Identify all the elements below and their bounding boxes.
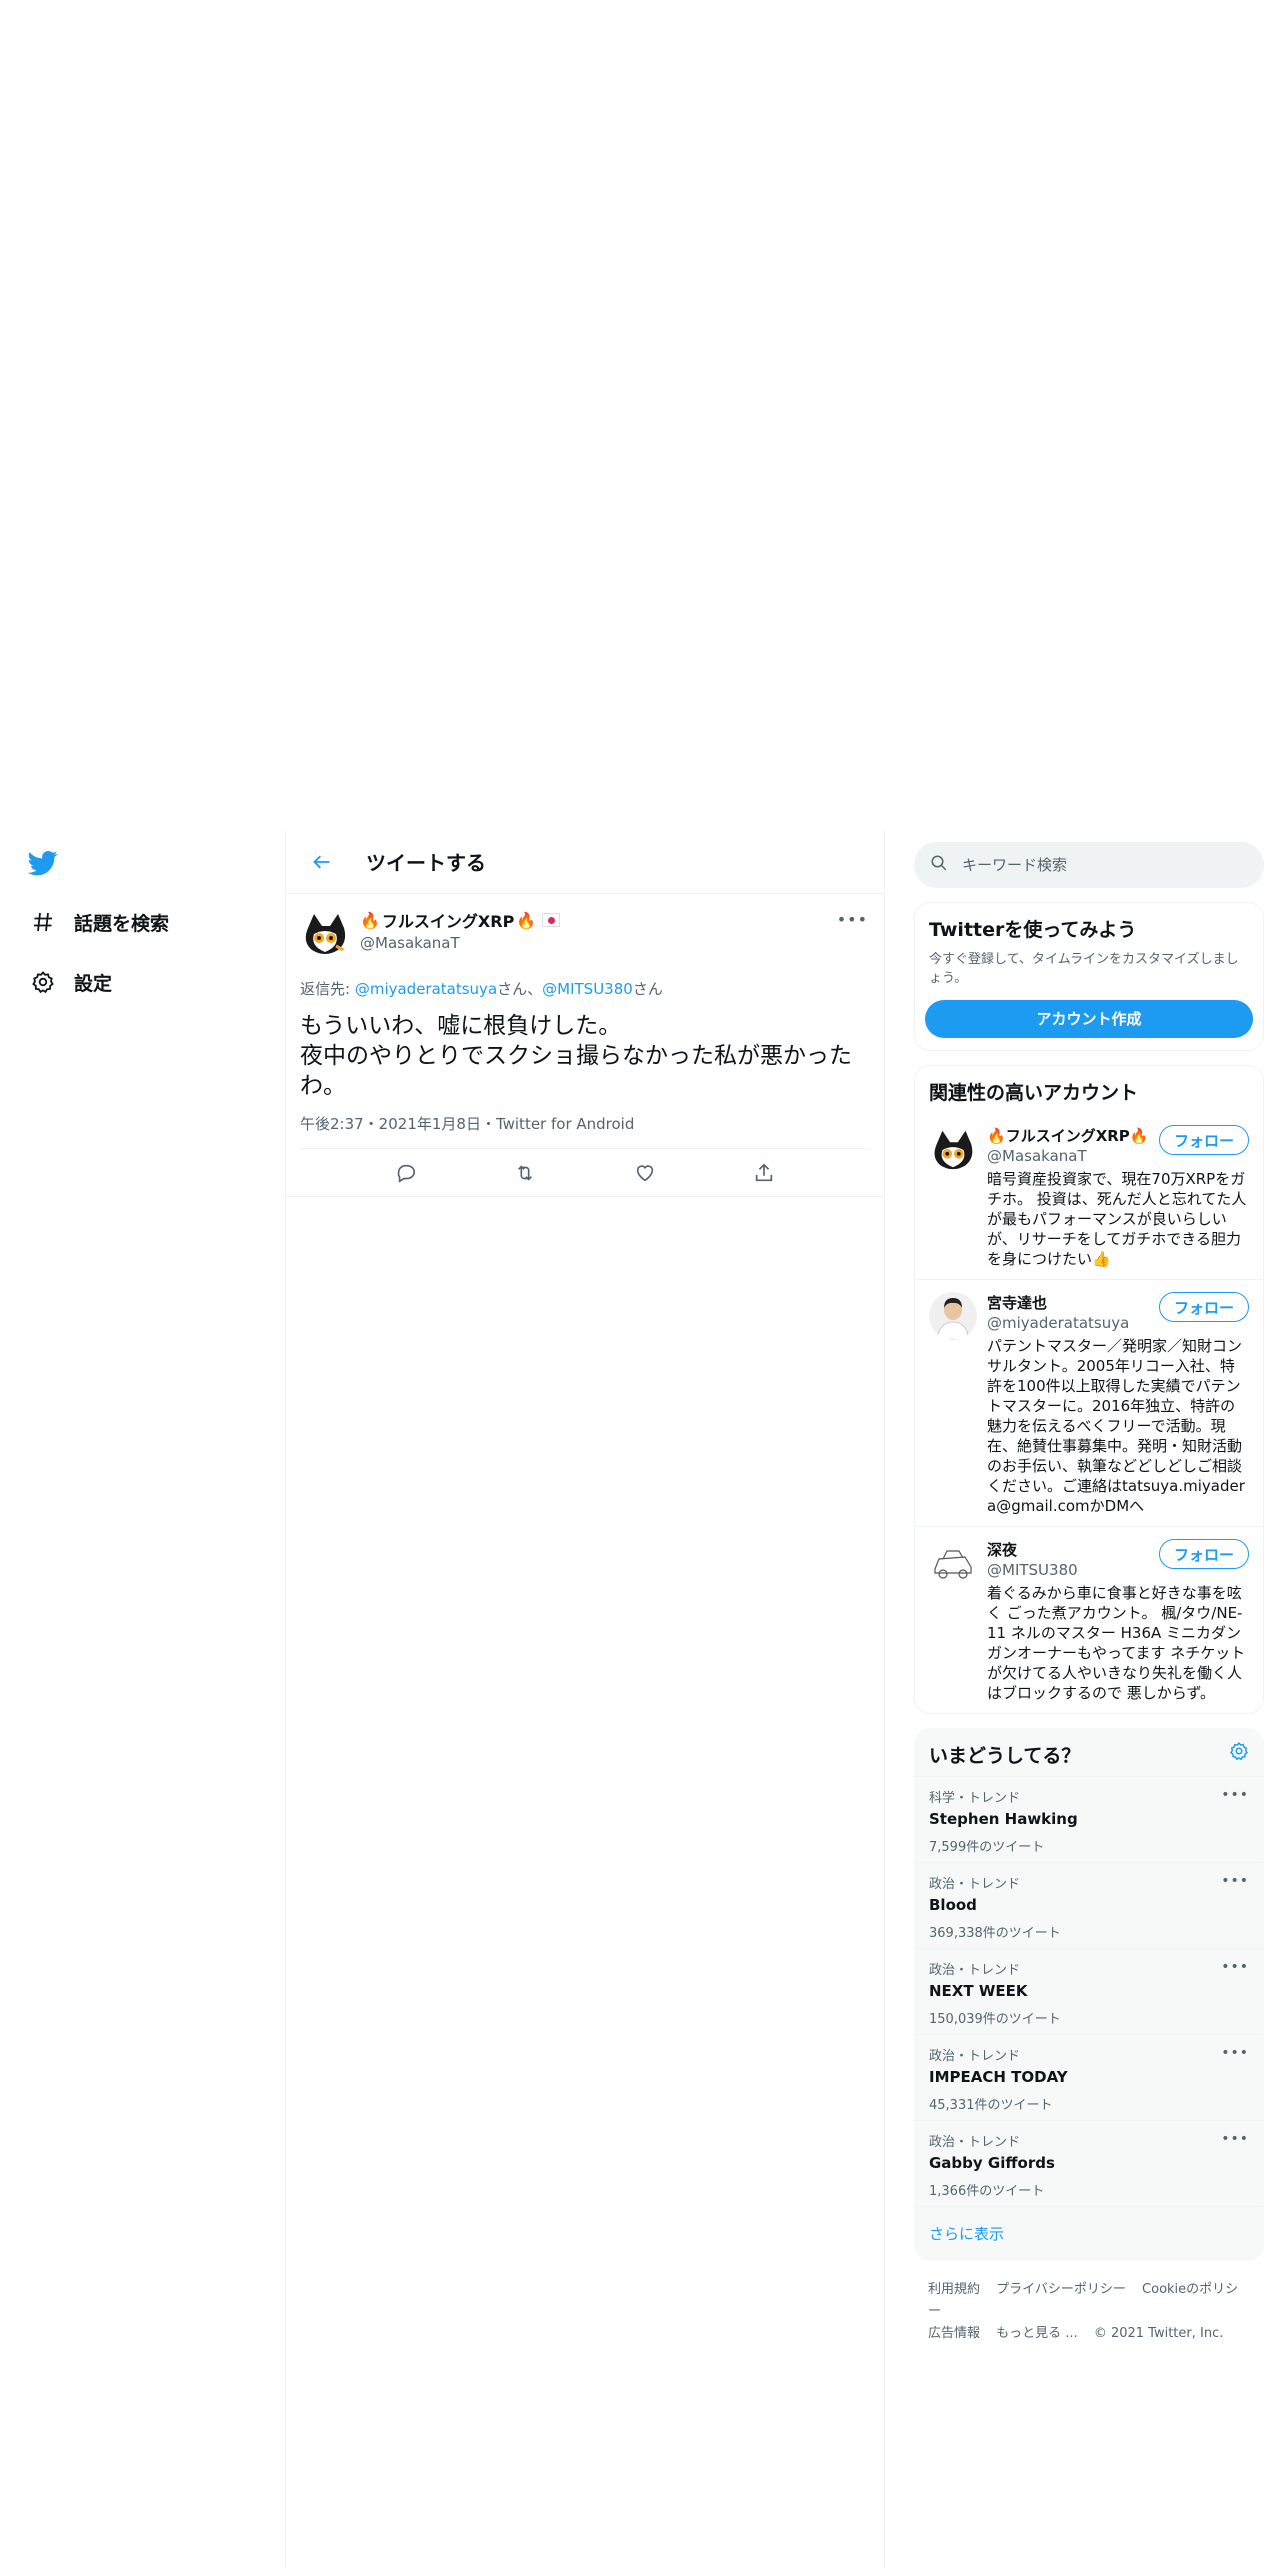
more-options-icon[interactable]: •••	[837, 910, 868, 929]
related-accounts-card: 関連性の高いアカウント 🔥フルスイングXRP🔥 @MasakanaT 暗号資産投…	[914, 1065, 1264, 1714]
account-avatar[interactable]	[929, 1292, 977, 1340]
reply-to-suffix: さん	[632, 980, 663, 998]
reply-to-line: 返信先: @miyaderatatsuyaさん、@MITSU380さん	[300, 978, 870, 999]
trend-item[interactable]: 科学・トレンド Stephen Hawking 7,599件のツイート •••	[915, 1776, 1263, 1862]
trend-name: Stephen Hawking	[929, 1810, 1078, 1828]
reply-to-prefix: 返信先:	[300, 980, 355, 998]
tweet-text: もういいわ、嘘に根負けした。 夜中のやりとりでスクショ撮らなかった私が悪かったわ…	[300, 1013, 852, 1099]
footer-more-link[interactable]: もっと見る ...	[996, 2326, 1078, 2341]
follow-button[interactable]: フォロー	[1158, 1539, 1249, 1569]
main-column: ツイートする 🔥 フルスイングXRP 🔥 @MasakanaT ••• 返信先:…	[285, 830, 885, 2568]
footer-links: 利用規約 プライバシーポリシー Cookieのポリシー 広告情報 もっと見る .…	[914, 2261, 1264, 2363]
trend-category: 政治・トレンド	[929, 1963, 1021, 1978]
tweet-author-avatar[interactable]	[300, 908, 350, 958]
trend-name: Gabby Giffords	[929, 2154, 1055, 2172]
nav-explore-label: 話題を検索	[74, 912, 170, 935]
share-icon[interactable]	[746, 1155, 782, 1191]
account-bio: 着ぐるみから車に食事と好きな事を呟く ごった煮アカウント。 楓/タウ/NE-11…	[987, 1584, 1246, 1702]
footer-ads-link[interactable]: 広告情報	[928, 2326, 980, 2341]
account-name-text: フルスイングXRP	[1005, 1127, 1130, 1145]
signup-title: Twitterを使ってみよう	[929, 919, 1137, 941]
account-bio: 暗号資産投資家で、現在70万XRPをガチホ。 投資は、死んだ人と忘れてた人が最も…	[987, 1170, 1247, 1268]
search-input[interactable]	[962, 856, 1222, 874]
fire-icon: 🔥	[516, 910, 537, 930]
back-arrow-icon[interactable]	[304, 844, 340, 880]
nav-settings[interactable]: 設定	[28, 962, 112, 1002]
trend-item[interactable]: 政治・トレンド IMPEACH TODAY 45,331件のツイート •••	[915, 2034, 1263, 2120]
trend-tweet-count: 45,331件のツイート	[929, 2098, 1053, 2113]
signup-subtitle: 今すぐ登録して、タイムラインをカスタマイズしましょう。	[929, 952, 1239, 986]
related-account-item[interactable]: 深夜 @MITSU380 着ぐるみから車に食事と好きな事を呟く ごった煮アカウン…	[915, 1526, 1263, 1713]
more-options-icon[interactable]: •••	[1221, 1873, 1249, 1889]
reply-to-suffix: さん、	[497, 980, 543, 998]
account-bio: パテントマスター／発明家／知財コンサルタント。2005年リコー入社、特許を100…	[987, 1337, 1245, 1515]
nav-settings-label: 設定	[74, 972, 113, 995]
trend-item[interactable]: 政治・トレンド Gabby Giffords 1,366件のツイート •••	[915, 2120, 1263, 2206]
footer-privacy-link[interactable]: プライバシーポリシー	[996, 2282, 1126, 2297]
more-options-icon[interactable]: •••	[1221, 1959, 1249, 1975]
tweet-timestamp[interactable]: 午後2:37・2021年1月8日・Twitter for Android	[300, 1113, 870, 1149]
create-account-button[interactable]: アカウント作成	[925, 1000, 1253, 1038]
trend-name: Blood	[929, 1896, 977, 1914]
nav-explore[interactable]: 話題を検索	[28, 902, 169, 942]
trends-title: いまどうしてる？	[929, 1745, 1081, 1767]
trend-tweet-count: 369,338件のツイート	[929, 1926, 1061, 1941]
reply-to-link[interactable]: @MITSU380	[542, 980, 633, 998]
page-title: ツイートする	[366, 851, 486, 875]
trend-category: 政治・トレンド	[929, 2049, 1021, 2064]
retweet-icon[interactable]	[507, 1155, 543, 1191]
japan-flag-icon	[542, 913, 561, 927]
footer-terms-link[interactable]: 利用規約	[928, 2282, 980, 2297]
hashtag-icon	[28, 907, 58, 937]
trend-category: 科学・トレンド	[929, 1791, 1021, 1806]
twitter-logo-icon[interactable]	[27, 848, 62, 882]
right-sidebar: Twitterを使ってみよう 今すぐ登録して、タイムラインをカスタマイズしましょ…	[914, 842, 1264, 2363]
tweet-author-name-text: フルスイングXRP	[381, 912, 515, 931]
search-bar[interactable]	[914, 842, 1264, 888]
account-avatar[interactable]	[929, 1125, 977, 1173]
footer-copyright: © 2021 Twitter, Inc.	[1093, 2326, 1224, 2341]
gear-icon	[28, 967, 58, 997]
tweet-detail: 🔥 フルスイングXRP 🔥 @MasakanaT ••• 返信先: @miyad…	[286, 894, 884, 1197]
trend-tweet-count: 150,039件のツイート	[929, 2012, 1061, 2027]
account-avatar[interactable]	[929, 1539, 977, 1587]
more-options-icon[interactable]: •••	[1221, 2045, 1249, 2061]
follow-button[interactable]: フォロー	[1158, 1125, 1249, 1155]
show-more-link[interactable]: さらに表示	[915, 2206, 1263, 2260]
reply-to-link[interactable]: @miyaderatatsuya	[355, 980, 497, 998]
tweet-actions	[286, 1149, 884, 1197]
trend-name: IMPEACH TODAY	[929, 2068, 1068, 2086]
tweet-author-handle[interactable]: @MasakanaT	[360, 934, 870, 952]
related-accounts-title: 関連性の高いアカウント	[929, 1082, 1139, 1104]
tweet-author-name[interactable]: 🔥 フルスイングXRP 🔥	[360, 908, 870, 932]
like-heart-icon[interactable]	[627, 1155, 663, 1191]
reply-icon[interactable]	[388, 1155, 424, 1191]
fire-icon: 🔥	[987, 1127, 1006, 1145]
trend-tweet-count: 1,366件のツイート	[929, 2184, 1045, 2199]
trend-item[interactable]: 政治・トレンド Blood 369,338件のツイート •••	[915, 1862, 1263, 1948]
fire-icon: 🔥	[1129, 1127, 1149, 1145]
trend-item[interactable]: 政治・トレンド NEXT WEEK 150,039件のツイート •••	[915, 1948, 1263, 2034]
more-options-icon[interactable]: •••	[1221, 1787, 1249, 1803]
page-header: ツイートする	[286, 830, 884, 894]
more-options-icon[interactable]: •••	[1221, 2131, 1249, 2147]
search-icon	[930, 854, 948, 876]
related-account-item[interactable]: 宮寺達也 @miyaderatatsuya パテントマスター／発明家／知財コンサ…	[915, 1279, 1263, 1526]
trends-card: いまどうしてる？ 科学・トレンド Stephen Hawking 7,599件の…	[914, 1728, 1264, 2261]
settings-gear-icon[interactable]	[1229, 1741, 1249, 1765]
fire-icon: 🔥	[360, 910, 380, 930]
trend-name: NEXT WEEK	[929, 1982, 1028, 2000]
trend-tweet-count: 7,599件のツイート	[929, 1840, 1045, 1855]
trend-category: 政治・トレンド	[929, 2135, 1021, 2150]
follow-button[interactable]: フォロー	[1158, 1292, 1249, 1322]
related-account-item[interactable]: 🔥フルスイングXRP🔥 @MasakanaT 暗号資産投資家で、現在70万XRP…	[915, 1113, 1263, 1279]
trend-category: 政治・トレンド	[929, 1877, 1021, 1892]
signup-card: Twitterを使ってみよう 今すぐ登録して、タイムラインをカスタマイズしましょ…	[914, 902, 1264, 1051]
